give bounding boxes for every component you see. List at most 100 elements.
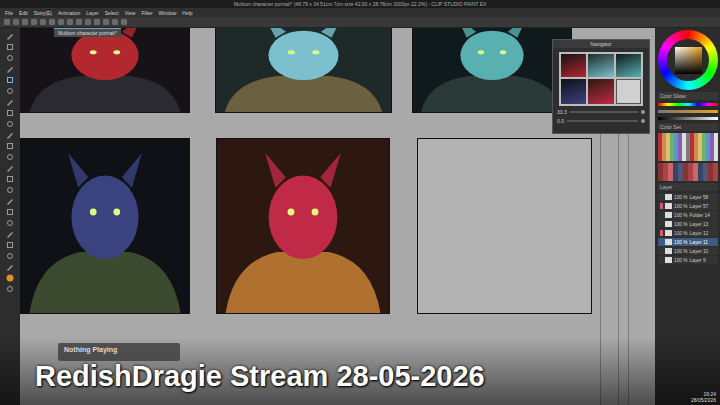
- layer-name: Layer 12: [690, 231, 709, 236]
- tool-icon[interactable]: [6, 263, 14, 271]
- menu-item[interactable]: Window: [159, 10, 177, 16]
- menu-item[interactable]: Filter: [141, 10, 152, 16]
- tool-icon[interactable]: [6, 186, 14, 194]
- document-tab[interactable]: Multium character portrait*: [54, 28, 121, 37]
- command-icon[interactable]: [4, 19, 10, 25]
- command-icon[interactable]: [22, 19, 28, 25]
- command-bar: [0, 17, 720, 28]
- menu-item[interactable]: View: [125, 10, 136, 16]
- command-icon[interactable]: [76, 19, 82, 25]
- tool-icon[interactable]: [6, 120, 14, 128]
- tool-icon[interactable]: [6, 131, 14, 139]
- command-icon[interactable]: [67, 19, 73, 25]
- layer-color-tag: [660, 221, 663, 227]
- layer-opacity: 100 %: [674, 258, 688, 263]
- menu-item[interactable]: Select: [105, 10, 119, 16]
- command-icon[interactable]: [40, 19, 46, 25]
- tool-icon[interactable]: [6, 164, 14, 172]
- tool-icon[interactable]: [6, 219, 14, 227]
- layer-color-tag: [660, 203, 663, 209]
- layer-thumbnail: [665, 203, 672, 209]
- navigator-panel: Navigator33.30.0: [552, 39, 650, 134]
- menu-item[interactable]: Edit: [19, 10, 28, 16]
- command-icon[interactable]: [112, 19, 118, 25]
- layer-name: Layer 13: [690, 222, 709, 227]
- menu-item[interactable]: Help: [182, 10, 192, 16]
- angle-value: 0.0: [557, 118, 564, 124]
- media-widget: Nothing Playing: [58, 343, 180, 361]
- portrait-image: [413, 28, 571, 112]
- tool-icon[interactable]: [6, 65, 14, 73]
- angle-slider[interactable]: [567, 120, 638, 122]
- layer-thumbnail: [665, 221, 672, 227]
- command-icon[interactable]: [103, 19, 109, 25]
- tool-icon[interactable]: [6, 142, 14, 150]
- layer-name: Layer 11: [690, 240, 708, 245]
- tool-icon[interactable]: [6, 175, 14, 183]
- layer-row[interactable]: 100 %Layer 9: [658, 256, 718, 264]
- tool-icon[interactable]: [6, 230, 14, 238]
- layer-opacity: 100 %: [674, 231, 688, 236]
- command-icon[interactable]: [31, 19, 37, 25]
- navigator-preview[interactable]: [559, 52, 643, 106]
- command-icon[interactable]: [94, 19, 100, 25]
- command-icon[interactable]: [85, 19, 91, 25]
- layer-row[interactable]: 100 %Layer 12: [658, 229, 718, 237]
- tool-icon[interactable]: [6, 98, 14, 106]
- tool-icon[interactable]: [6, 87, 14, 95]
- layer-row[interactable]: 100 %Layer 10: [658, 247, 718, 255]
- layer-color-tag: [660, 239, 663, 245]
- color-slider[interactable]: [658, 110, 718, 113]
- tool-icon[interactable]: [6, 285, 14, 293]
- zoom-slider[interactable]: [570, 111, 638, 113]
- portrait-artwork: [216, 138, 390, 314]
- tool-icon[interactable]: [6, 54, 14, 62]
- tool-icon[interactable]: [6, 241, 14, 249]
- tool-icon[interactable]: [6, 252, 14, 260]
- color-wheel[interactable]: [658, 30, 718, 90]
- tool-icon[interactable]: [6, 32, 14, 40]
- layer-opacity: 100 %: [674, 240, 688, 245]
- menu-item[interactable]: Story(E): [34, 10, 52, 16]
- tool-icon[interactable]: [6, 76, 14, 84]
- tool-icon[interactable]: [6, 43, 14, 51]
- saturation-square[interactable]: [675, 47, 702, 74]
- layer-row[interactable]: 100 %Folder 14: [658, 211, 718, 219]
- color-slider[interactable]: [658, 103, 718, 106]
- command-icon[interactable]: [58, 19, 64, 25]
- layer-row[interactable]: 100 %Layer 11: [658, 238, 718, 246]
- color-palette[interactable]: [658, 163, 718, 181]
- layer-color-tag: [660, 248, 663, 254]
- tool-icon[interactable]: [6, 197, 14, 205]
- layer-color-tag: [660, 212, 663, 218]
- color-slider[interactable]: [658, 117, 718, 120]
- preview-thumb: [561, 79, 586, 104]
- menu-bar: File Edit Story(E) Animation Layer Select View…: [0, 8, 720, 17]
- layer-list: 100 %Layer 58100 %Layer 57100 %Folder 14…: [658, 193, 718, 264]
- layer-opacity: 100 %: [674, 222, 688, 227]
- tool-icon[interactable]: [6, 208, 14, 216]
- rotate-icon[interactable]: [641, 119, 645, 123]
- layer-thumbnail: [665, 230, 672, 236]
- portrait-artwork: [20, 138, 190, 314]
- color-swatch-icon[interactable]: [6, 274, 14, 282]
- command-icon[interactable]: [49, 19, 55, 25]
- menu-item[interactable]: Layer: [86, 10, 99, 16]
- tool-icon[interactable]: [6, 153, 14, 161]
- layer-row[interactable]: 100 %Layer 57: [658, 202, 718, 210]
- layer-row[interactable]: 100 %Layer 58: [658, 193, 718, 201]
- menu-item[interactable]: File: [5, 10, 13, 16]
- command-icon[interactable]: [121, 19, 127, 25]
- tool-icon[interactable]: [6, 109, 14, 117]
- layer-row[interactable]: 100 %Layer 13: [658, 220, 718, 228]
- command-icon[interactable]: [13, 19, 19, 25]
- portrait-image: [21, 139, 189, 313]
- zoom-icon[interactable]: [641, 110, 645, 114]
- layer-thumbnail: [665, 248, 672, 254]
- preview-thumb: [616, 79, 641, 104]
- layer-color-tag: [660, 257, 663, 263]
- color-wheel-inner: [667, 39, 709, 81]
- clock-time: 19:24: [691, 391, 716, 397]
- color-palette[interactable]: [658, 133, 718, 161]
- menu-item[interactable]: Animation: [58, 10, 80, 16]
